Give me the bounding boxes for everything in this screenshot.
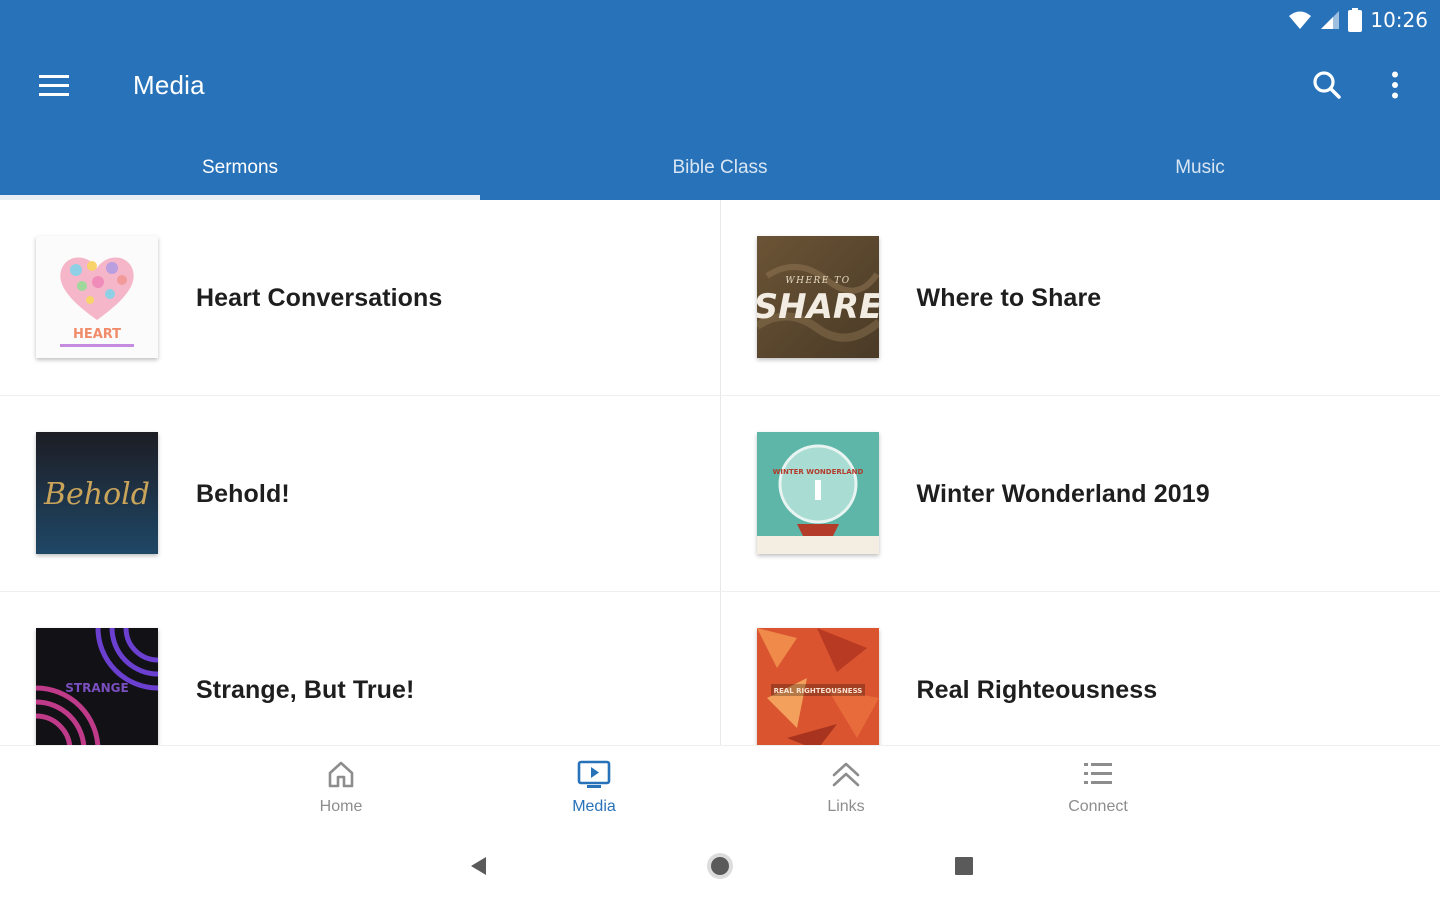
system-navigation-bar — [0, 830, 1440, 900]
series-thumbnail: HEART — [36, 236, 158, 358]
square-icon — [955, 857, 973, 875]
grid-row: Behold Behold! WINTER WONDERLAND Winter … — [0, 396, 1440, 592]
series-item[interactable]: REAL RIGHTEOUSNESS Real Righteousness — [721, 592, 1440, 745]
home-system-button[interactable] — [702, 848, 738, 884]
nav-connect[interactable]: Connect — [1038, 756, 1158, 826]
back-button[interactable] — [460, 848, 496, 884]
more-vert-icon — [1392, 71, 1398, 99]
thumb-text: HEART — [73, 327, 121, 342]
media-icon — [577, 760, 611, 788]
tab-music[interactable]: Music — [960, 138, 1440, 200]
series-thumbnail: Behold — [36, 432, 158, 554]
back-icon — [471, 857, 486, 875]
series-thumbnail: REAL RIGHTEOUSNESS — [756, 628, 879, 745]
thumb-text: REAL RIGHTEOUSNESS — [773, 687, 862, 695]
nav-media[interactable]: Media — [534, 756, 654, 826]
menu-button[interactable] — [28, 62, 80, 110]
clock: 10:26 — [1370, 8, 1428, 32]
series-thumbnail: WHERE TO SHARE — [756, 236, 879, 358]
grid-row: STRANGE Strange, But True! REAL RIGHTEOU… — [0, 592, 1440, 745]
nav-label: Connect — [1068, 798, 1128, 815]
series-item[interactable]: WHERE TO SHARE Where to Share — [721, 200, 1440, 395]
search-button[interactable] — [1302, 60, 1352, 110]
grid-row: HEART Heart Conversations WHERE TO SHARE… — [0, 200, 1440, 396]
home-icon — [328, 761, 354, 788]
status-bar: 10:26 — [1288, 6, 1428, 34]
wifi-icon — [1288, 10, 1312, 30]
series-item[interactable]: STRANGE Strange, But True! — [0, 592, 721, 745]
series-title: Strange, But True! — [196, 676, 415, 704]
series-item[interactable]: WINTER WONDERLAND Winter Wonderland 2019 — [721, 396, 1440, 591]
nav-links[interactable]: Links — [786, 756, 906, 826]
thumb-text: SHARE — [757, 287, 879, 327]
links-icon — [832, 762, 860, 787]
tab-sermons[interactable]: Sermons — [0, 138, 480, 200]
nav-label: Home — [319, 798, 363, 815]
battery-icon — [1348, 8, 1363, 32]
app-bar: 10:26 Media Sermons Bible Class Music — [0, 0, 1440, 200]
tab-bar: Sermons Bible Class Music — [0, 138, 1440, 200]
series-item[interactable]: HEART Heart Conversations — [0, 200, 721, 395]
thumb-text: WINTER WONDERLAND — [772, 468, 863, 476]
series-title: Winter Wonderland 2019 — [916, 480, 1210, 508]
nav-label: Media — [572, 798, 616, 815]
series-title: Real Righteousness — [916, 676, 1158, 704]
tab-bible-class[interactable]: Bible Class — [480, 138, 960, 200]
hamburger-icon — [39, 75, 69, 96]
nav-label: Links — [827, 798, 865, 815]
list-icon — [1084, 763, 1112, 784]
page-title: Media — [133, 70, 205, 100]
series-title: Behold! — [196, 480, 290, 508]
series-title: Heart Conversations — [196, 284, 443, 312]
series-thumbnail: STRANGE — [36, 628, 158, 745]
series-item[interactable]: Behold Behold! — [0, 396, 721, 591]
sermon-series-grid: HEART Heart Conversations WHERE TO SHARE… — [0, 200, 1440, 745]
nav-home[interactable]: Home — [281, 756, 401, 826]
thumb-subtext: WHERE TO — [785, 276, 850, 286]
search-icon — [1313, 71, 1341, 99]
series-title: Where to Share — [916, 284, 1102, 312]
thumb-text: Behold — [43, 477, 150, 512]
signal-icon — [1320, 10, 1340, 30]
recents-button[interactable] — [946, 848, 982, 884]
bottom-navigation: Home Media Links Connect — [0, 745, 1440, 831]
thumb-text: STRANGE — [65, 681, 128, 695]
more-options-button[interactable] — [1372, 60, 1418, 110]
series-thumbnail: WINTER WONDERLAND — [756, 432, 879, 554]
circle-icon — [707, 853, 733, 879]
